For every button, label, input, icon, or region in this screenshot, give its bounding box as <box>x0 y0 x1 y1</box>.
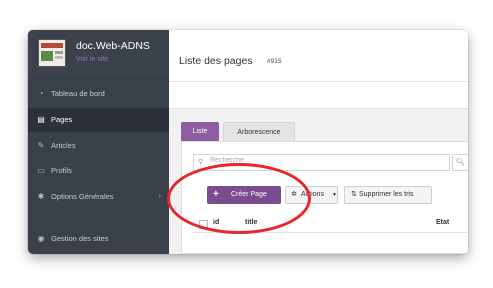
sidebar: doc.Web-ADNS Voir le site ◔ Tableau de b… <box>28 30 169 254</box>
column-header-etat[interactable]: Etat <box>436 219 449 226</box>
actions-label: Actions <box>301 191 324 198</box>
globe-icon: ◉ <box>37 234 45 243</box>
sidebar-item-gestion-des-sites[interactable]: ◉ Gestion des sites <box>28 227 169 251</box>
main-overlay: Liste Arborescence ⚲ 🔍︎ + Créer Page ✲ A… <box>169 30 468 254</box>
sidebar-item-options-generales[interactable]: ✱ Options Générales › <box>28 185 169 209</box>
table-header: id title Etat <box>193 218 468 233</box>
column-header-title[interactable]: title <box>245 219 257 226</box>
filter-icon: ⚲ <box>198 159 204 166</box>
sidebar-item-profils[interactable]: ▭ Profils <box>28 159 169 183</box>
sidebar-item-label: Options Générales <box>51 192 114 201</box>
search-field[interactable]: ⚲ <box>193 154 450 171</box>
column-header-id[interactable]: id <box>213 219 219 226</box>
create-page-label: Créer Page <box>231 191 267 198</box>
search-input[interactable] <box>210 157 380 164</box>
clear-sort-button[interactable]: ⇅ Supprimer les tris <box>344 186 432 204</box>
sidebar-item-tableau-de-bord[interactable]: ◔ Tableau de bord <box>28 82 169 106</box>
sidebar-item-label: Tableau de bord <box>51 89 105 98</box>
gear-icon: ✲ <box>291 191 297 198</box>
search-button[interactable]: 🔍︎ <box>452 154 468 171</box>
site-brand: doc.Web-ADNS Voir le site <box>28 30 169 76</box>
view-site-link[interactable]: Voir le site <box>76 56 108 63</box>
site-name: doc.Web-ADNS <box>76 40 150 52</box>
caret-down-icon: ▼ <box>332 192 337 198</box>
plus-icon: + <box>213 189 219 200</box>
sort-icon: ⇅ <box>351 191 357 198</box>
sidebar-item-label: Gestion des sites <box>51 234 109 243</box>
sidebar-item-label: Pages <box>51 115 73 124</box>
gear-icon: ✱ <box>37 192 45 201</box>
clear-sort-label: Supprimer les tris <box>359 191 414 198</box>
site-thumbnail[interactable] <box>38 39 66 67</box>
sidebar-item-pages[interactable]: ▤ Pages <box>28 108 169 132</box>
chevron-right-icon: › <box>158 191 161 200</box>
sidebar-item-articles[interactable]: ✎ Articles <box>28 134 169 158</box>
page-icon: ▤ <box>37 115 45 124</box>
sidebar-item-label: Articles <box>51 141 76 150</box>
select-all-checkbox[interactable] <box>199 220 208 229</box>
tab-arborescence[interactable]: Arborescence <box>223 122 295 141</box>
sidebar-item-label: Profils <box>51 166 72 175</box>
search-icon: 🔍︎ <box>456 159 465 166</box>
dashboard-icon: ◔ <box>38 89 44 98</box>
card-icon: ▭ <box>37 166 45 175</box>
create-page-button[interactable]: + Créer Page <box>207 186 281 204</box>
tab-liste[interactable]: Liste <box>181 122 219 141</box>
pin-icon: ✎ <box>37 141 45 150</box>
actions-dropdown[interactable]: ✲ Actions ▼ <box>285 186 338 204</box>
